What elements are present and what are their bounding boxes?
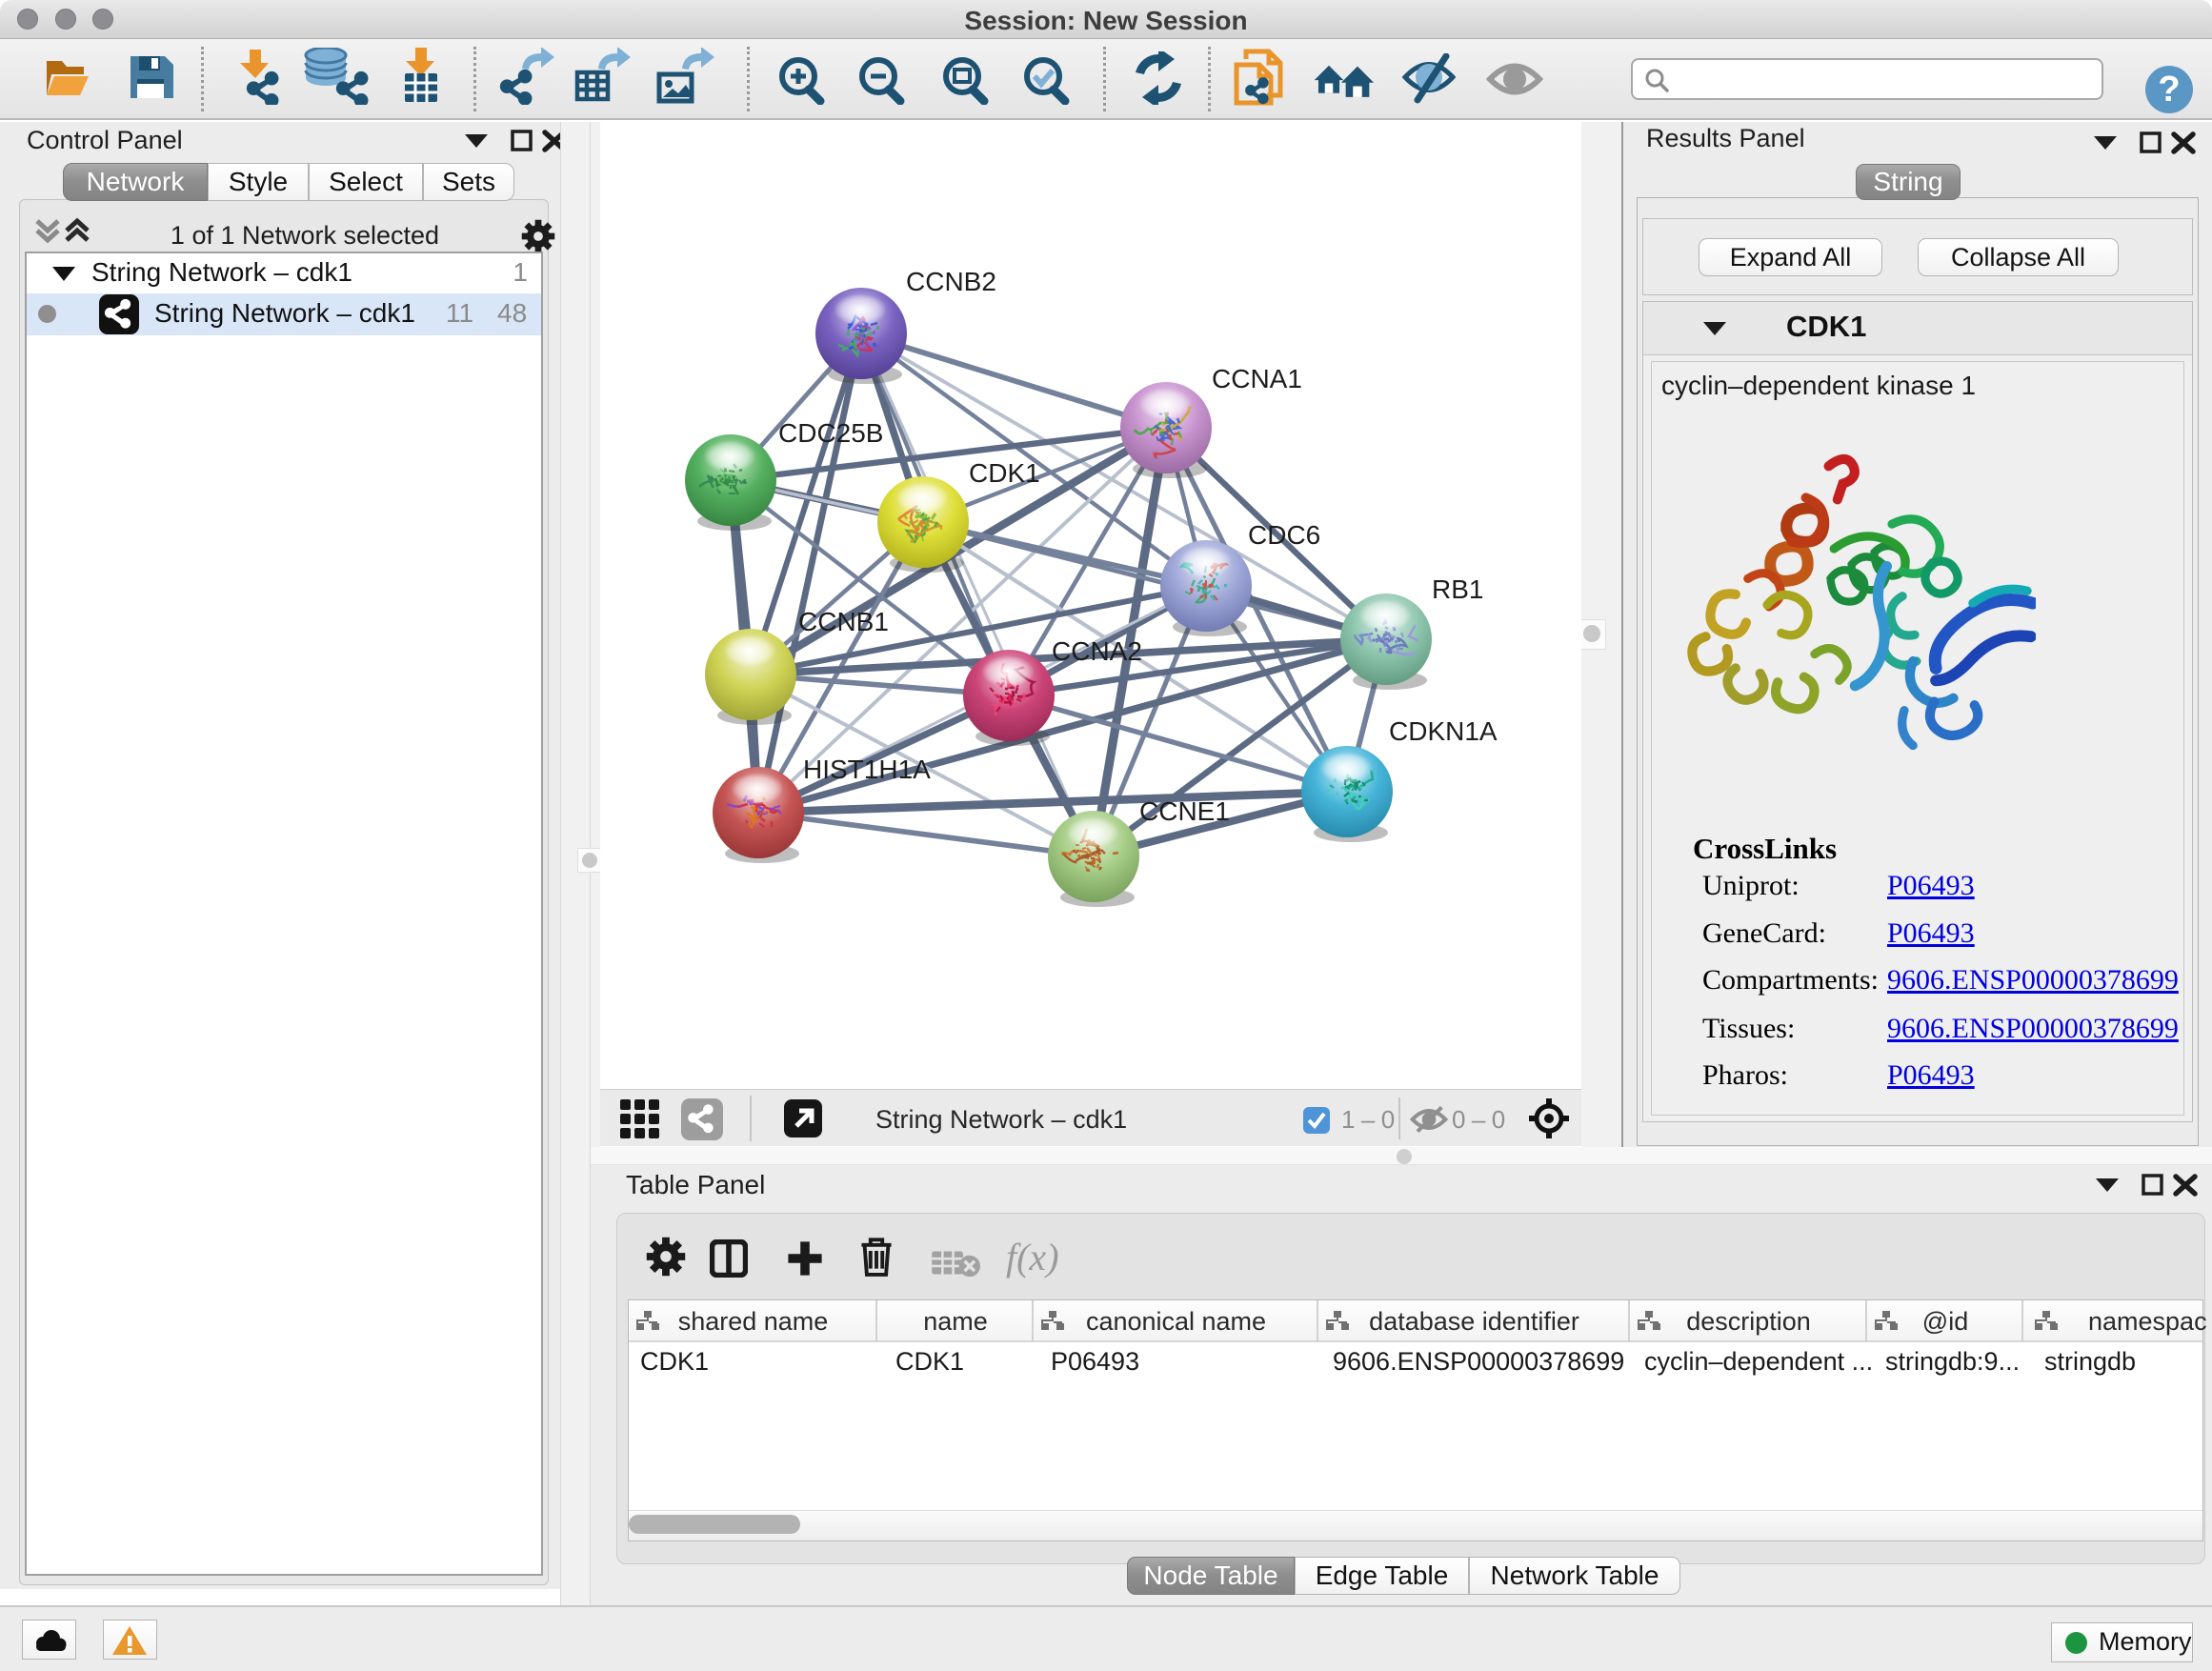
svg-text:CCNA2: CCNA2 xyxy=(1052,636,1142,666)
svg-text:CCNB1: CCNB1 xyxy=(798,607,889,636)
svg-text:CDC6: CDC6 xyxy=(1248,520,1320,550)
svg-text:CCNB2: CCNB2 xyxy=(906,267,996,296)
svg-text:CDK1: CDK1 xyxy=(969,458,1040,488)
svg-text:CCNE1: CCNE1 xyxy=(1139,796,1230,826)
svg-text:RB1: RB1 xyxy=(1432,574,1483,604)
svg-text:CDC25B: CDC25B xyxy=(778,418,883,448)
svg-text:CDKN1A: CDKN1A xyxy=(1389,716,1498,746)
svg-text:CCNA1: CCNA1 xyxy=(1212,364,1302,393)
svg-text:HIST1H1A: HIST1H1A xyxy=(803,755,931,784)
